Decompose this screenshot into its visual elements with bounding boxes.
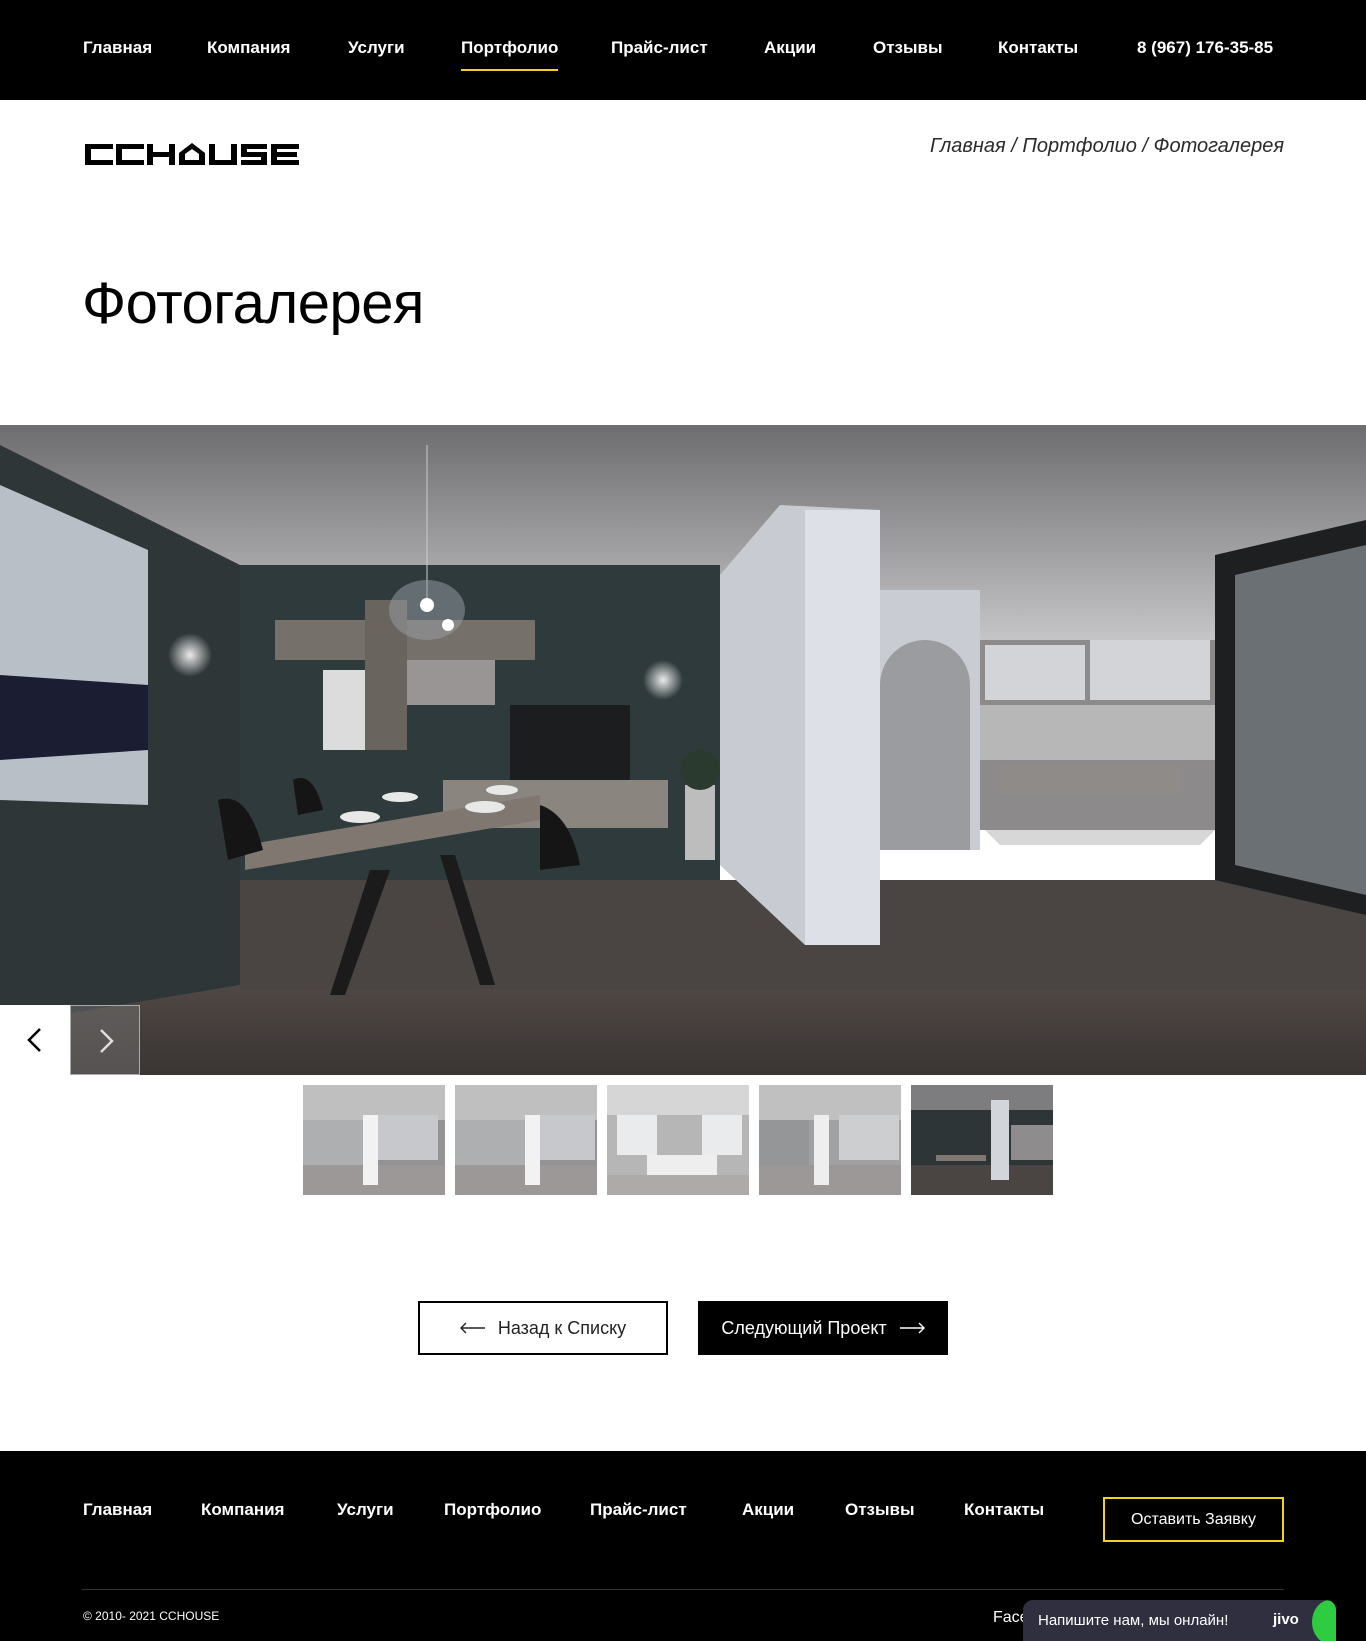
gallery-thumbnail[interactable] (759, 1085, 901, 1195)
gallery-main-image (0, 425, 1366, 1075)
copyright: © 2010- 2021 CCHOUSE (83, 1609, 220, 1623)
request-button[interactable]: Оставить Заявку (1103, 1497, 1284, 1542)
breadcrumb-portfolio[interactable]: Портфолио (1022, 135, 1137, 157)
next-project-label: Следующий Проект (721, 1317, 887, 1338)
nav-item-portfolio[interactable]: Портфолио (461, 38, 559, 71)
logo-graphic (85, 143, 299, 165)
next-project-button[interactable]: Следующий Проект (698, 1301, 948, 1355)
nav-phone[interactable]: 8 (967) 176-35-85 (1137, 38, 1273, 58)
interior-render (0, 425, 1366, 1075)
footer-divider (82, 1589, 1284, 1590)
footer-item-services[interactable]: Услуги (337, 1500, 394, 1520)
back-to-list-label: Назад к Списку (497, 1317, 627, 1338)
footer-item-pricelist[interactable]: Прайс-лист (590, 1500, 687, 1520)
breadcrumb-home[interactable]: Главная (930, 135, 1006, 157)
nav-item-services[interactable]: Услуги (348, 38, 405, 58)
top-nav: Главная Компания Услуги Портфолио Прайс-… (0, 0, 1366, 100)
nav-item-promotions[interactable]: Акции (764, 38, 816, 58)
nav-item-reviews[interactable]: Отзывы (873, 38, 943, 58)
breadcrumb-separator: / (1136, 135, 1154, 157)
gallery-thumbnail[interactable] (455, 1085, 597, 1195)
chat-status-icon (1312, 1600, 1336, 1641)
gallery-thumbnail[interactable] (607, 1085, 749, 1195)
nav-item-contacts[interactable]: Контакты (998, 38, 1078, 58)
back-to-list-button[interactable]: Назад к Списку (418, 1301, 668, 1355)
social-link-facebook[interactable]: Face (993, 1609, 1023, 1627)
nav-item-home[interactable]: Главная (83, 38, 152, 58)
footer-item-promotions[interactable]: Акции (742, 1500, 794, 1520)
chat-widget[interactable]: Напишите нам, мы онлайн! jivo (1023, 1600, 1336, 1641)
chevron-left-icon (27, 1028, 41, 1052)
footer-item-reviews[interactable]: Отзывы (845, 1500, 915, 1520)
footer-item-contacts[interactable]: Контакты (964, 1500, 1044, 1520)
breadcrumb-current: Фотогалерея (1153, 135, 1284, 157)
nav-item-company[interactable]: Компания (207, 38, 290, 58)
arrow-right-icon (899, 1322, 925, 1334)
thumbnail-image (911, 1085, 1053, 1195)
footer-item-portfolio[interactable]: Портфолио (444, 1500, 541, 1520)
breadcrumb: Главная / Портфолио / Фотогалерея (930, 135, 1284, 158)
arrow-left-icon (459, 1322, 485, 1334)
gallery-thumbnails (303, 1085, 1063, 1195)
breadcrumb-separator: / (1005, 135, 1023, 157)
footer-item-company[interactable]: Компания (201, 1500, 284, 1520)
logo[interactable] (83, 140, 303, 184)
chat-widget-brand: jivo (1273, 1611, 1299, 1628)
footer-item-home[interactable]: Главная (83, 1500, 152, 1520)
nav-item-pricelist[interactable]: Прайс-лист (611, 38, 708, 58)
gallery-prev-button[interactable] (0, 1005, 70, 1075)
gallery-next-button[interactable] (70, 1005, 140, 1075)
gallery-thumbnail[interactable] (303, 1085, 445, 1195)
chevron-right-icon (100, 1029, 114, 1053)
page-title: Фотогалерея (82, 271, 424, 336)
chat-widget-text: Напишите нам, мы онлайн! (1038, 1612, 1229, 1629)
gallery-thumbnail-active[interactable] (911, 1085, 1053, 1195)
